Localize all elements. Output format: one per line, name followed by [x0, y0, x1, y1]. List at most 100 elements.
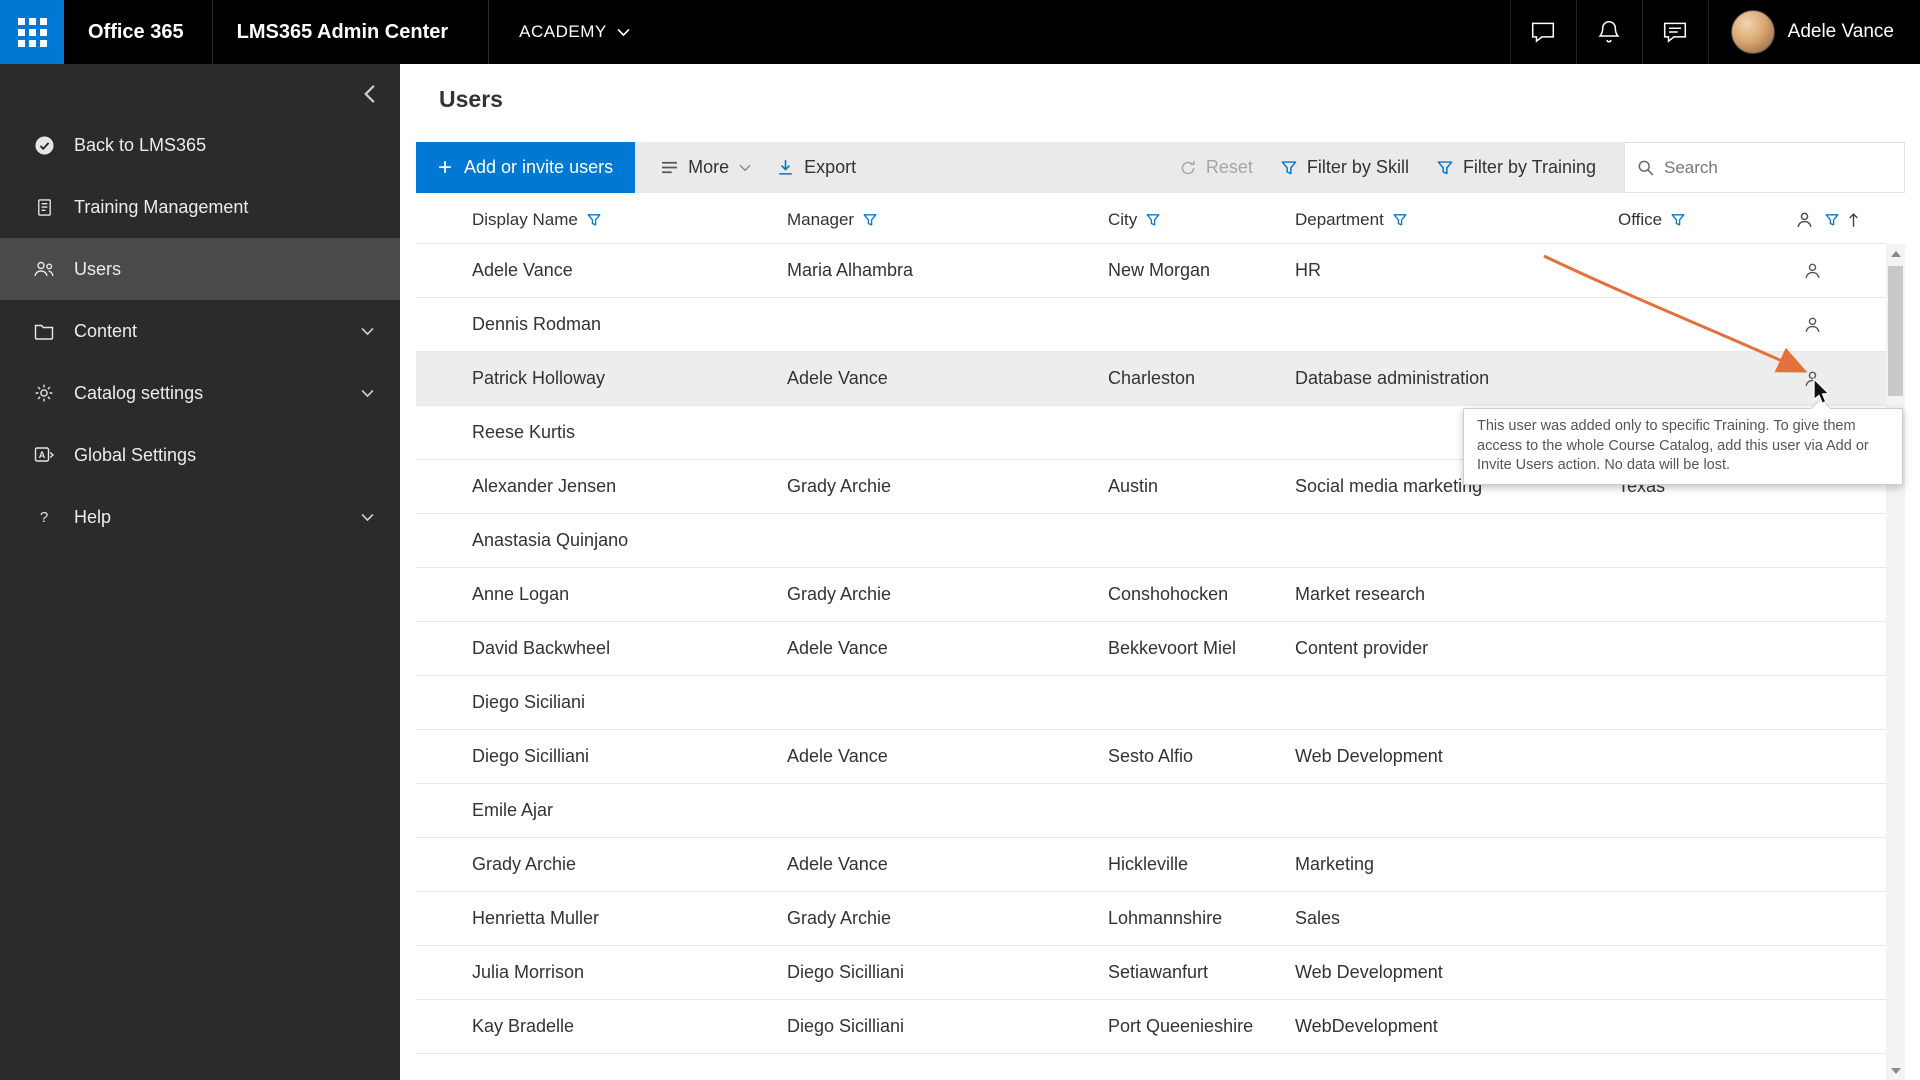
cell-icons [1763, 676, 1886, 729]
cell-manager: Adele Vance [787, 746, 888, 766]
menu-lines-icon [661, 161, 678, 174]
column-header-name[interactable]: Display Name [472, 210, 787, 230]
cell-icons [1763, 514, 1886, 567]
table-row[interactable]: Grady Archie Adele Vance Hickleville Market… [416, 838, 1886, 892]
person-filter-icon[interactable] [1795, 210, 1814, 229]
sidebar-item-label: Global Settings [74, 444, 197, 465]
cell-city: Port Queenieshire [1108, 1016, 1254, 1036]
table-row[interactable]: Patrick Holloway Adele Vance Charleston Dat… [416, 352, 1886, 406]
notifications-button[interactable] [1575, 0, 1642, 64]
sidebar-item-catalog-settings[interactable]: Catalog settings [0, 362, 400, 424]
column-header-manager[interactable]: Manager [787, 210, 1108, 230]
cell-display-name: David Backwheel [472, 638, 611, 658]
cell-department: Sales [1295, 908, 1341, 928]
cell-display-name: Dennis Rodman [472, 314, 602, 334]
reset-button[interactable]: Reset [1180, 157, 1253, 178]
chevron-down-icon [361, 327, 374, 336]
sidebar-item-content[interactable]: Content [0, 300, 400, 362]
cell-department: Web Development [1295, 962, 1443, 982]
training-only-user-icon[interactable] [1803, 369, 1822, 388]
scroll-up-button[interactable] [1886, 244, 1905, 263]
column-header-office[interactable]: Office [1618, 210, 1763, 230]
training-only-user-icon[interactable] [1803, 261, 1822, 280]
filter-by-skill-button[interactable]: Filter by Skill [1281, 157, 1409, 178]
table-row[interactable]: Adele Vance Maria Alhambra New Morgan HR [416, 244, 1886, 298]
table-body: Adele Vance Maria Alhambra New Morgan HR Den… [416, 244, 1886, 1054]
sort-ascending-icon[interactable] [1848, 212, 1859, 228]
scroll-down-button[interactable] [1886, 1061, 1905, 1080]
scrollbar-thumb[interactable] [1888, 266, 1903, 396]
table-row[interactable]: Henrietta Muller Grady Archie Lohmannshire… [416, 892, 1886, 946]
cell-display-name: Patrick Holloway [472, 368, 606, 388]
funnel-icon[interactable] [863, 213, 877, 227]
funnel-icon[interactable] [1393, 213, 1407, 227]
sidebar-collapse-button[interactable] [357, 78, 382, 113]
funnel-icon[interactable] [587, 213, 601, 227]
sidebar-item-global-settings[interactable]: A Global Settings [0, 424, 400, 486]
filter-by-training-button[interactable]: Filter by Training [1437, 157, 1596, 178]
training-only-user-icon[interactable] [1803, 315, 1822, 334]
cell-display-name: Grady Archie [472, 854, 577, 874]
svg-text:A: A [39, 450, 46, 460]
table-row[interactable]: Diego Sicilliani Adele Vance Sesto Alfio We… [416, 730, 1886, 784]
left-navigation: Back to LMS365 Training Management Users Co… [0, 64, 400, 1080]
header-icons-cell [1763, 196, 1886, 243]
cell-manager: Adele Vance [787, 638, 888, 658]
table-row[interactable]: David Backwheel Adele Vance Bekkevoort Mie… [416, 622, 1886, 676]
add-or-invite-users-button[interactable]: + Add or invite users [416, 142, 636, 193]
sidebar-item-back-to-lms365[interactable]: Back to LMS365 [0, 114, 400, 176]
tenant-selector[interactable]: ACADEMY [519, 22, 630, 42]
cell-icons [1763, 730, 1886, 783]
search-input[interactable] [1664, 157, 1892, 178]
cell-department: WebDevelopment [1295, 1016, 1438, 1036]
cell-city: Austin [1108, 476, 1159, 496]
app-launcher-button[interactable] [0, 0, 64, 64]
gear-icon [31, 383, 57, 403]
cell-display-name: Diego Sicilliani [472, 746, 590, 766]
sidebar-item-users[interactable]: Users [0, 238, 400, 300]
column-header-city[interactable]: City [1108, 210, 1295, 230]
table-row[interactable]: Diego Siciliani [416, 676, 1886, 730]
sidebar-item-training-management[interactable]: Training Management [0, 176, 400, 238]
funnel-icon[interactable] [1146, 213, 1160, 227]
sidebar-item-help[interactable]: ? Help [0, 486, 400, 548]
cell-manager: Grady Archie [787, 476, 892, 496]
funnel-icon[interactable] [1825, 213, 1839, 227]
cell-display-name: Adele Vance [472, 260, 573, 280]
cell-display-name: Reese Kurtis [472, 422, 576, 442]
funnel-icon [1281, 160, 1297, 176]
table-row[interactable]: Anne Logan Grady Archie Conshohocken Market… [416, 568, 1886, 622]
table-row[interactable]: Julia Morrison Diego Sicilliani Setiawanfu… [416, 946, 1886, 1000]
more-button[interactable]: More [661, 157, 751, 178]
table-row[interactable]: Kay Bradelle Diego Sicilliani Port Queenie… [416, 1000, 1886, 1054]
cell-manager: Adele Vance [787, 368, 888, 388]
chevron-left-icon [363, 84, 376, 104]
cell-manager: Grady Archie [787, 584, 892, 604]
download-icon [777, 159, 794, 176]
users-icon [31, 260, 57, 278]
topbar-separator [488, 0, 490, 64]
table-row[interactable]: Anastasia Quinjano [416, 514, 1886, 568]
cell-manager: Adele Vance [787, 854, 888, 874]
feedback-button[interactable] [1641, 0, 1708, 64]
cell-department: Web Development [1295, 746, 1443, 766]
sidebar-item-label: Users [74, 258, 122, 279]
export-button[interactable]: Export [777, 157, 856, 178]
admin-center-title[interactable]: LMS365 Admin Center [237, 21, 449, 44]
account-menu[interactable]: Adele Vance [1707, 0, 1920, 64]
sidebar-items: Back to LMS365 Training Management Users Co… [0, 114, 400, 548]
table-row[interactable]: Emile Ajar [416, 784, 1886, 838]
training-only-tooltip: This user was added only to specific Tra… [1463, 398, 1903, 486]
chevron-down-icon [617, 28, 630, 37]
office365-brand[interactable]: Office 365 [88, 21, 184, 44]
sidebar-item-label: Training Management [74, 196, 249, 217]
bell-icon [1597, 19, 1621, 45]
command-bar-right: Reset Filter by Skill Filter by Training [1180, 142, 1905, 193]
column-header-department[interactable]: Department [1295, 210, 1618, 230]
chat-button[interactable] [1509, 0, 1576, 64]
column-label: Office [1618, 209, 1663, 229]
svg-text:?: ? [40, 509, 48, 526]
funnel-icon[interactable] [1671, 213, 1685, 227]
cell-display-name: Emile Ajar [472, 800, 554, 820]
table-row[interactable]: Dennis Rodman [416, 298, 1886, 352]
